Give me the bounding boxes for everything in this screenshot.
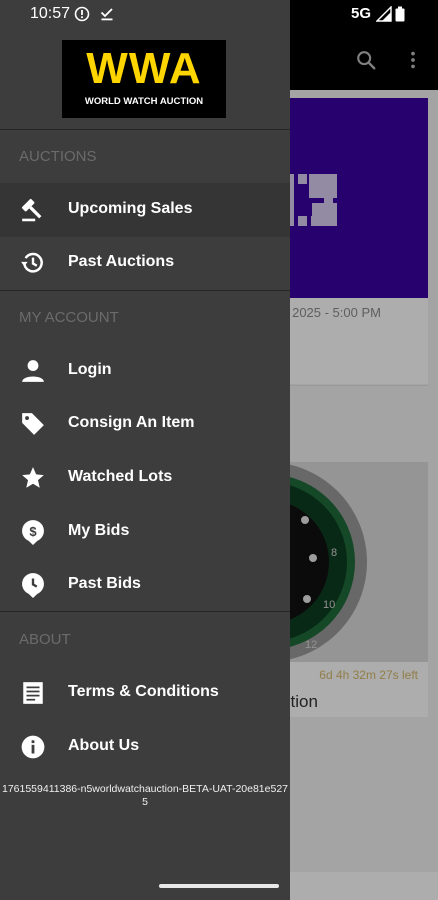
download-done-icon — [100, 8, 113, 21]
tag-icon — [19, 410, 47, 438]
nav-item-terms-conditions[interactable]: Terms & Conditions — [0, 666, 290, 720]
divider — [0, 129, 290, 130]
nav-label: Terms & Conditions — [68, 683, 219, 700]
dollar-pin-icon: $ — [19, 518, 47, 546]
section-header-about: ABOUT — [19, 631, 71, 648]
app-version: 1761559411386-n5worldwatchauction-BETA-U… — [1, 783, 289, 808]
nav-item-past-auctions[interactable]: Past Auctions — [0, 236, 290, 290]
nav-item-about-us[interactable]: About Us — [0, 720, 290, 774]
section-header-my-account: MY ACCOUNT — [19, 309, 119, 326]
notification-icon — [74, 6, 90, 22]
logo-mark: WWA — [86, 44, 202, 93]
gavel-icon — [19, 196, 47, 224]
nav-label: Consign An Item — [68, 414, 195, 431]
nav-label: Past Bids — [68, 575, 141, 592]
nav-label: About Us — [68, 737, 140, 754]
nav-item-past-bids[interactable]: Past Bids — [0, 558, 290, 612]
nav-label: Past Auctions — [68, 253, 175, 270]
wwa-logo: WWA WORLD WATCH AUCTION — [62, 40, 226, 118]
section-header-auctions: AUCTIONS — [19, 148, 97, 165]
nav-label: Login — [68, 361, 112, 378]
network-type: 5G — [351, 5, 372, 22]
divider — [0, 611, 290, 612]
status-bar: 10:57 5G — [0, 0, 438, 30]
nav-label: My Bids — [68, 522, 130, 539]
clock-pin-icon — [19, 571, 47, 599]
logo-subtitle: WORLD WATCH AUCTION — [84, 96, 204, 107]
nav-label: Upcoming Sales — [68, 200, 193, 217]
nav-item-upcoming-sales[interactable]: Upcoming Sales — [0, 183, 290, 237]
status-time: 10:57 — [30, 5, 71, 22]
document-icon — [19, 679, 47, 707]
battery-icon — [395, 6, 405, 22]
signal-icon — [376, 6, 392, 22]
star-icon — [19, 464, 47, 492]
navigation-drawer: WWA WORLD WATCH AUCTION AUCTIONS Upcomin… — [0, 0, 290, 900]
nav-label: Watched Lots — [68, 468, 173, 485]
nav-item-login[interactable]: Login — [0, 344, 290, 398]
nav-item-my-bids[interactable]: $ My Bids — [0, 505, 290, 559]
history-icon — [19, 249, 47, 277]
svg-text:$: $ — [29, 524, 37, 539]
nav-item-consign-an-item[interactable]: Consign An Item — [0, 397, 290, 451]
info-icon — [19, 733, 47, 761]
nav-item-watched-lots[interactable]: Watched Lots — [0, 451, 290, 505]
home-gesture-bar[interactable] — [159, 884, 279, 888]
divider — [0, 290, 290, 291]
person-icon — [19, 357, 47, 385]
